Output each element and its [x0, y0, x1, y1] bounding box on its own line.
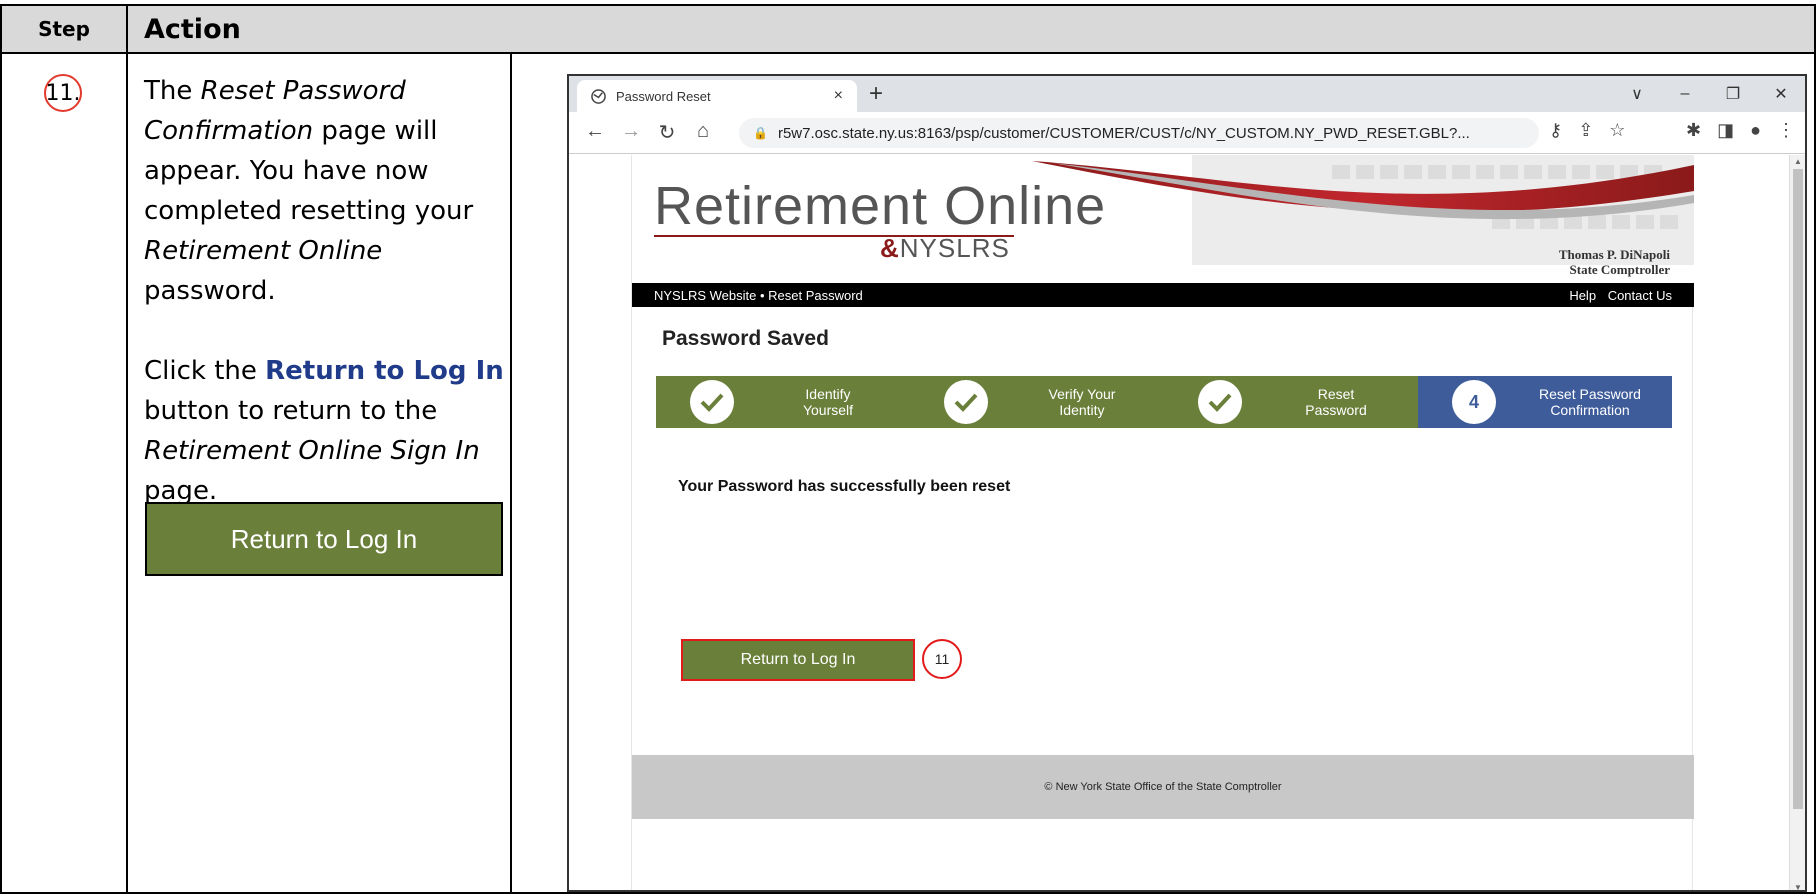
scroll-down-icon[interactable]: ▼	[1794, 883, 1802, 890]
tab-search-icon[interactable]: ∨	[1613, 76, 1661, 112]
minimize-icon[interactable]: –	[1661, 76, 1709, 112]
instruction-paragraph-1: The Reset Password Confirmation page wil…	[144, 76, 474, 306]
key-icon[interactable]: ⚷	[1549, 120, 1562, 141]
side-panel-icon[interactable]: ◨	[1717, 120, 1734, 141]
scrollbar[interactable]: ▲ ▼	[1789, 155, 1805, 890]
menu-icon[interactable]: ⋮	[1777, 120, 1795, 141]
help-link[interactable]: Help	[1569, 288, 1596, 303]
url-field[interactable]: 🔒 r5w7.osc.state.ny.us:8163/psp/customer…	[739, 118, 1539, 148]
step-reset-confirmation: 4 Reset Password Confirmation	[1418, 376, 1672, 428]
globe-icon	[591, 88, 606, 104]
site-banner: Retirement Online &NYSLRS Thomas P. DiNa…	[632, 155, 1694, 283]
share-icon[interactable]: ⇪	[1578, 120, 1593, 141]
page-title: Password Saved	[662, 327, 829, 350]
toolbar-icons: ✱ ◨ ● ⋮	[1686, 120, 1795, 141]
step-reset-password: Reset Password	[1164, 376, 1418, 428]
return-to-log-in-button[interactable]: Return to Log In	[681, 639, 915, 681]
step-verify-identity: Verify Your Identity	[910, 376, 1164, 428]
step-number: 4	[1452, 380, 1496, 424]
restore-icon[interactable]: ❐	[1709, 76, 1757, 112]
site-page: Retirement Online &NYSLRS Thomas P. DiNa…	[631, 155, 1694, 890]
check-icon	[944, 380, 988, 424]
browser-tab[interactable]: Password Reset ×	[577, 80, 857, 112]
new-tab-button[interactable]: +	[869, 80, 883, 108]
instruction-paragraph-2: Click the Return to Log In button to ret…	[144, 356, 504, 506]
back-arrow-icon[interactable]: ←	[583, 120, 607, 143]
page-viewport: Retirement Online &NYSLRS Thomas P. DiNa…	[569, 155, 1805, 890]
profile-icon[interactable]: ●	[1750, 120, 1761, 141]
retirement-online-logo: Retirement Online	[654, 176, 1107, 236]
step-label: Identify Yourself	[802, 386, 854, 418]
nyslrs-logo: &NYSLRS	[880, 233, 1010, 263]
table-header-row: Step Action	[2, 6, 1814, 54]
nav-links: Help Contact Us	[1561, 288, 1672, 303]
step-number-badge: 11.	[44, 74, 82, 112]
scroll-up-icon[interactable]: ▲	[1794, 157, 1802, 166]
column-divider	[510, 54, 512, 892]
success-message: Your Password has successfully been rese…	[678, 478, 1011, 495]
browser-window: Password Reset × + ∨ – ❐ ✕ ← → ↻ ⌂ 🔒 r5w…	[567, 74, 1807, 892]
close-icon[interactable]: ×	[834, 87, 843, 105]
reload-icon[interactable]: ↻	[655, 120, 679, 145]
lock-icon: 🔒	[753, 126, 768, 140]
column-divider	[126, 54, 128, 892]
check-icon	[690, 380, 734, 424]
window-controls: ∨ – ❐ ✕	[1613, 76, 1805, 112]
extensions-icon[interactable]: ✱	[1686, 120, 1701, 141]
instruction-button-image: Return to Log In	[145, 502, 503, 576]
url-text: r5w7.osc.state.ny.us:8163/psp/customer/C…	[777, 124, 1470, 142]
tab-title: Password Reset	[616, 88, 711, 104]
scroll-thumb[interactable]	[1793, 169, 1803, 809]
instruction-table: Step Action 11. The Reset Password Confi…	[0, 4, 1816, 894]
address-bar-row: ← → ↻ ⌂ 🔒 r5w7.osc.state.ny.us:8163/psp/…	[569, 112, 1805, 154]
instruction-text: The Reset Password Confirmation page wil…	[144, 71, 504, 511]
site-nav-bar: NYSLRS Website • Reset Password Help Con…	[632, 283, 1694, 307]
step-identify-yourself: Identify Yourself	[656, 376, 910, 428]
contact-us-link[interactable]: Contact Us	[1608, 288, 1672, 303]
step-label: Verify Your Identity	[1048, 386, 1116, 418]
comptroller-signature: Thomas P. DiNapoli State Comptroller	[1558, 247, 1670, 277]
progress-steps: Identify Yourself Verify Your Identity Res…	[656, 376, 1672, 428]
nyslrs-mark-icon: &	[880, 233, 900, 263]
header-step: Step	[2, 6, 128, 52]
step-callout: 11	[922, 639, 962, 679]
button-reference: Return to Log In	[265, 356, 504, 386]
star-icon[interactable]: ☆	[1609, 120, 1625, 141]
step-label: Reset Password Confirmation	[1539, 386, 1641, 418]
step-label: Reset Password	[1305, 386, 1367, 418]
breadcrumb[interactable]: NYSLRS Website • Reset Password	[654, 288, 863, 303]
home-icon[interactable]: ⌂	[691, 120, 715, 143]
tab-bar: Password Reset × + ∨ – ❐ ✕	[569, 76, 1805, 112]
check-icon	[1198, 380, 1242, 424]
header-action: Action	[144, 13, 241, 45]
omnibox-icons: ⚷ ⇪ ☆	[1549, 120, 1625, 141]
forward-arrow-icon[interactable]: →	[619, 120, 643, 143]
window-close-icon[interactable]: ✕	[1757, 76, 1805, 112]
site-footer: © New York State Office of the State Com…	[632, 755, 1694, 819]
